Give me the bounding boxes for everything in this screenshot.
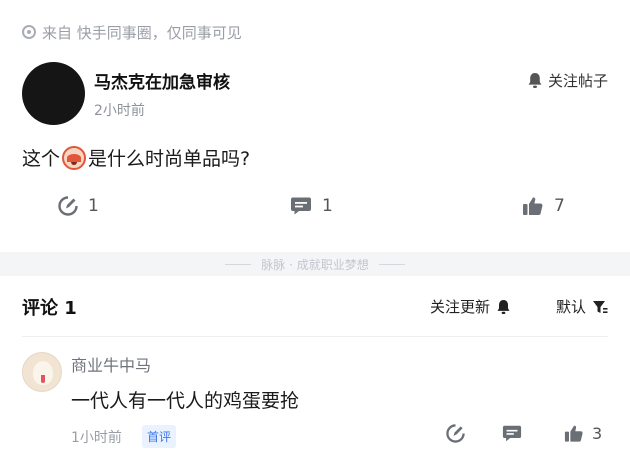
thumbs-up-icon: [523, 197, 543, 215]
reply-count: 1: [322, 196, 333, 216]
post-action-row: 1 1 7: [0, 196, 630, 226]
like-button[interactable]: 7: [522, 196, 565, 216]
comment-button[interactable]: 1: [58, 196, 99, 216]
comment-time: 1小时前: [71, 430, 122, 446]
follow-post-label: 关注帖子: [547, 72, 608, 90]
commenter-name[interactable]: 商业牛中马: [71, 352, 151, 376]
comments-divider: [22, 336, 608, 337]
bell-icon: [528, 73, 542, 88]
edit-comment-icon: [446, 424, 465, 443]
comments-header: 评论 1 关注更新 默认: [22, 294, 608, 320]
bell-icon: [497, 299, 510, 314]
follow-updates-button[interactable]: 关注更新: [430, 296, 511, 317]
sort-label: 默认: [555, 298, 586, 316]
follow-post-button[interactable]: 关注帖子: [527, 70, 608, 91]
message-icon: [502, 425, 522, 442]
comment-text: 一代人有一代人的鸡蛋要抢: [71, 390, 300, 412]
comment-count: 1: [88, 196, 99, 216]
brand-separator: 脉脉 · 成就职业梦想: [0, 252, 630, 276]
face-emoji-icon: [62, 145, 87, 170]
post-header: 马杰克在加急审核 2小时前 关注帖子: [22, 62, 608, 126]
post-time: 2小时前: [94, 103, 145, 119]
like-count: 7: [554, 196, 565, 216]
source-text: 来自 快手同事圈，仅同事可见: [42, 23, 242, 42]
message-icon: [291, 197, 311, 215]
separator-line-left: [225, 263, 252, 265]
comments-title: 评论 1: [22, 298, 77, 319]
separator-text: 脉脉 · 成就职业梦想: [261, 257, 369, 272]
commenter-avatar[interactable]: [22, 352, 62, 392]
comment-message-button[interactable]: [502, 424, 522, 443]
source-bar: 来自 快手同事圈，仅同事可见: [22, 22, 242, 42]
post-text-after: 是什么时尚单品吗?: [88, 148, 251, 170]
separator-line-right: [378, 263, 405, 265]
post-body: 这个 是什么时尚单品吗?: [22, 144, 250, 171]
comment-like-count: 3: [592, 424, 603, 443]
post-text-before: 这个: [22, 148, 61, 170]
author-name[interactable]: 马杰克在加急审核: [94, 68, 230, 93]
comment-like-button[interactable]: 3: [564, 424, 602, 443]
comment-item: 商业牛中马 一代人有一代人的鸡蛋要抢 1小时前 首评 3: [22, 350, 608, 450]
edit-comment-icon: [58, 196, 78, 216]
comment-reply-button[interactable]: [446, 424, 465, 443]
follow-updates-label: 关注更新: [430, 298, 491, 316]
filter-icon: [593, 300, 608, 313]
reply-button[interactable]: 1: [290, 196, 333, 216]
author-avatar[interactable]: [22, 62, 85, 125]
thumbs-up-icon: [564, 425, 583, 442]
first-comment-badge: 首评: [142, 425, 177, 448]
source-icon: [22, 25, 36, 39]
sort-button[interactable]: 默认: [556, 296, 608, 317]
